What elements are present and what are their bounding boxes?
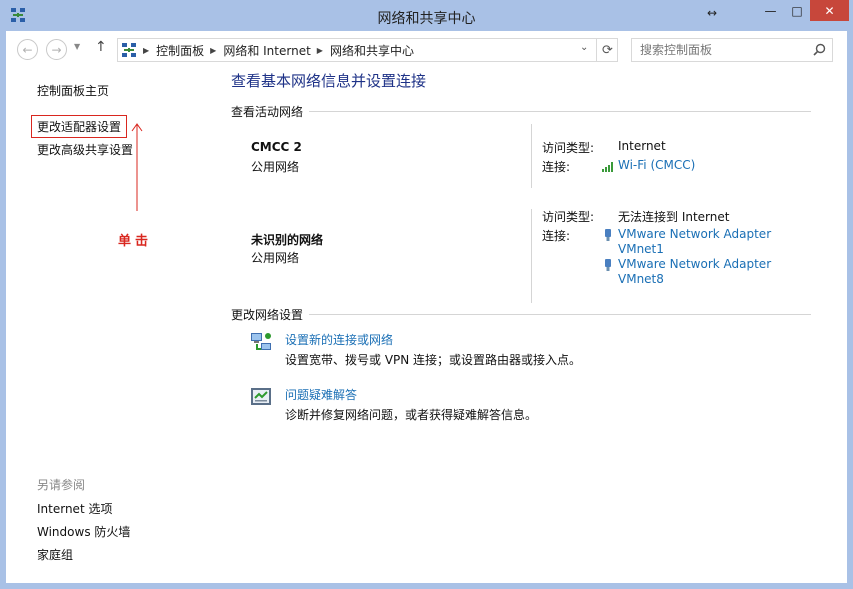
annotation-arrow-icon: [131, 123, 143, 211]
breadcrumb-separator-icon[interactable]: ▶: [143, 46, 149, 55]
breadcrumb-network-internet[interactable]: 网络和 Internet: [223, 42, 310, 59]
network-center-icon: [122, 43, 136, 57]
connection-name: Wi-Fi (CMCC): [618, 158, 696, 172]
ethernet-adapter-icon: [605, 229, 611, 241]
connection-name: VMware Network Adapter VMnet8: [618, 257, 772, 286]
window-title: 网络和共享中心: [377, 11, 476, 27]
breadcrumb-control-panel[interactable]: 控制面板: [156, 42, 204, 59]
close-button[interactable]: ✕: [810, 0, 849, 21]
minimize-button[interactable]: —: [757, 0, 784, 21]
wifi-signal-icon: [602, 162, 613, 172]
connection-name: VMware Network Adapter VMnet1: [618, 227, 772, 256]
divider: [531, 124, 532, 188]
recent-locations-icon[interactable]: ▼: [74, 42, 80, 51]
access-type-value: 无法连接到 Internet: [618, 210, 730, 224]
setup-new-connection-link[interactable]: 设置新的连接或网络: [285, 331, 393, 348]
section-heading: 查看活动网络: [231, 105, 304, 119]
search-input[interactable]: [640, 39, 815, 61]
divider: [531, 209, 532, 303]
access-type-label: 访问类型:: [542, 141, 595, 155]
sidebar-item-windows-firewall[interactable]: Windows 防火墙: [37, 523, 130, 540]
sidebar-item-advanced-sharing[interactable]: 更改高级共享设置: [37, 141, 133, 158]
breadcrumb-network-sharing-center[interactable]: 网络和共享中心: [330, 42, 414, 59]
breadcrumb-separator-icon[interactable]: ▶: [210, 46, 216, 55]
refresh-button[interactable]: ⟳: [596, 39, 618, 61]
network-name: CMCC 2: [251, 140, 302, 154]
window-content: ← → ▼ ↑ ▶ 控制面板 ▶ 网络和 Internet ▶ 网络和共享中心: [6, 31, 847, 583]
divider: [309, 111, 811, 112]
annotation-label: 单击: [118, 234, 153, 249]
divider: [309, 314, 811, 315]
maximize-button[interactable]: □: [784, 0, 810, 21]
address-bar[interactable]: ▶ 控制面板 ▶ 网络和 Internet ▶ 网络和共享中心 ⌄ ⟳: [117, 38, 618, 62]
setup-new-connection-description: 设置宽带、拨号或 VPN 连接；或设置路由器或接入点。: [285, 353, 582, 367]
back-button[interactable]: ←: [17, 39, 38, 60]
search-box[interactable]: [631, 38, 833, 62]
title-bar[interactable]: 网络和共享中心 ↔ — □ ✕: [0, 0, 853, 31]
address-dropdown-icon[interactable]: ⌄: [580, 42, 588, 53]
section-change-settings: 更改网络设置: [231, 306, 811, 323]
breadcrumb-separator-icon[interactable]: ▶: [317, 46, 323, 55]
sidebar-item-internet-options[interactable]: Internet 选项: [37, 500, 112, 517]
up-button[interactable]: ↑: [95, 39, 107, 55]
troubleshoot-link[interactable]: 问题疑难解答: [285, 386, 357, 403]
window: 网络和共享中心 ↔ — □ ✕ ← → ▼ ↑ ▶ 控制面板 ▶ 网络和 Int…: [0, 0, 853, 589]
connection-link-vmnet8[interactable]: VMware Network Adapter VMnet8: [601, 257, 818, 287]
connections-label: 连接:: [542, 160, 571, 174]
network-category: 公用网络: [251, 160, 300, 174]
navigation-bar: ← → ▼ ↑ ▶ 控制面板 ▶ 网络和 Internet ▶ 网络和共享中心: [6, 31, 847, 67]
resize-icon[interactable]: ↔: [700, 2, 724, 23]
connection-link-wifi[interactable]: Wi-Fi (CMCC): [601, 158, 818, 173]
new-connection-icon: [251, 333, 271, 350]
search-icon[interactable]: [813, 43, 826, 56]
see-also-heading: 另请参阅: [37, 478, 86, 492]
page-title: 查看基本网络信息并设置连接: [231, 72, 427, 90]
connections-label: 连接:: [542, 229, 571, 243]
ethernet-adapter-icon: [605, 259, 611, 271]
sidebar-item-control-panel-home[interactable]: 控制面板主页: [37, 82, 109, 99]
forward-button[interactable]: →: [46, 39, 67, 60]
access-type-label: 访问类型:: [542, 210, 595, 224]
section-heading: 更改网络设置: [231, 308, 304, 322]
section-active-networks: 查看活动网络: [231, 103, 811, 120]
connection-link-vmnet1[interactable]: VMware Network Adapter VMnet1: [601, 227, 818, 257]
troubleshoot-icon: [251, 388, 271, 405]
access-type-value: Internet: [618, 139, 666, 153]
troubleshoot-description: 诊断并修复网络问题，或者获得疑难解答信息。: [285, 408, 538, 422]
sidebar-item-change-adapter-settings[interactable]: 更改适配器设置: [31, 115, 128, 138]
network-category: 公用网络: [251, 251, 300, 265]
network-name: 未识别的网络: [251, 233, 324, 247]
sidebar-item-homegroup[interactable]: 家庭组: [37, 546, 73, 563]
